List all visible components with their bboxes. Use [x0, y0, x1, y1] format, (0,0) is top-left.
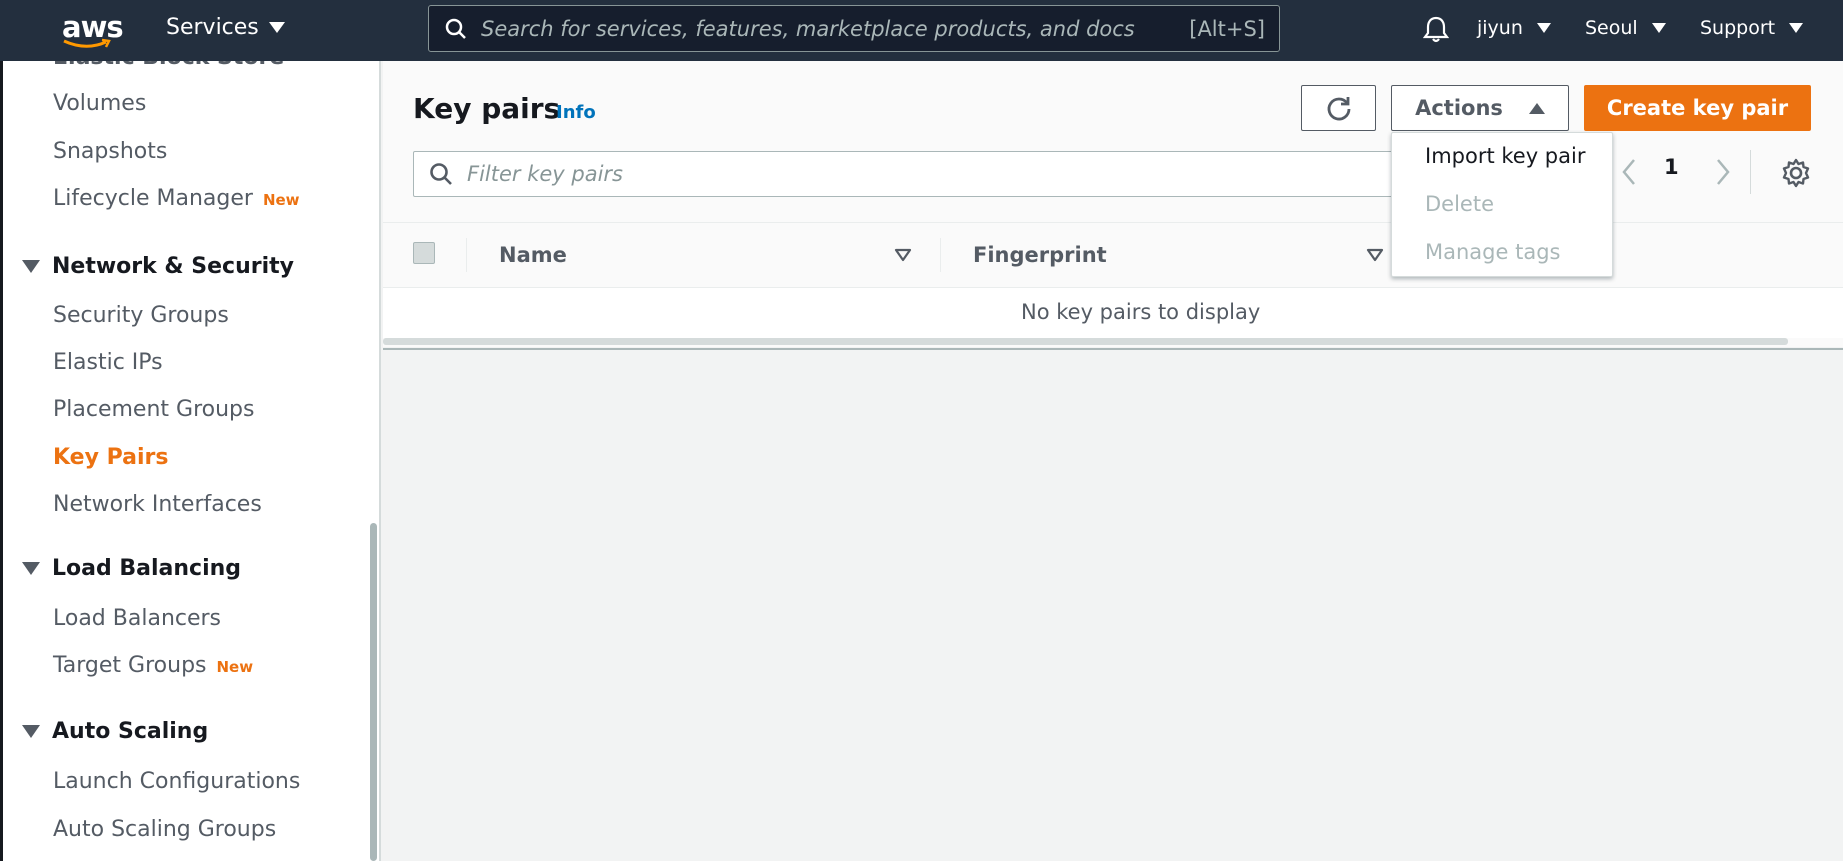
expand-triangle-icon	[22, 725, 40, 738]
sidebar-item-lifecycle-manager[interactable]: Lifecycle Manager New	[53, 186, 300, 211]
user-name: jiyun	[1477, 17, 1523, 39]
empty-table-message: No key pairs to display	[1021, 300, 1261, 324]
search-shortcut-hint: [Alt+S]	[1189, 16, 1265, 41]
sort-triangle-icon[interactable]	[1366, 248, 1384, 262]
services-caret-icon	[268, 22, 285, 33]
table-horizontal-scrollbar[interactable]	[383, 338, 1788, 345]
sidebar-section-ebs[interactable]: Elastic Block Store	[53, 61, 284, 70]
region-name: Seoul	[1585, 17, 1638, 39]
sidebar-item-launch-configurations[interactable]: Launch Configurations	[53, 769, 300, 794]
sidebar-item-snapshots[interactable]: Snapshots	[53, 139, 167, 164]
region-caret-icon	[1651, 23, 1666, 33]
menu-item-manage-tags[interactable]: Manage tags	[1425, 240, 1560, 264]
section-label: Load Balancing	[52, 556, 242, 581]
column-divider	[940, 238, 941, 272]
sidebar-item-volumes[interactable]: Volumes	[53, 91, 146, 116]
sidebar-item-target-groups[interactable]: Target Groups New	[53, 653, 253, 678]
sidebar-section-network-security[interactable]: Network & Security	[22, 254, 294, 279]
sidebar-navigation: Elastic Block Store Volumes Snapshots Li…	[0, 61, 381, 861]
section-label: Auto Scaling	[52, 719, 209, 744]
sidebar-item-placement-groups[interactable]: Placement Groups	[53, 397, 254, 422]
menu-item-import-key-pair[interactable]: Import key pair	[1425, 144, 1585, 168]
section-label: Network & Security	[52, 254, 294, 279]
column-divider	[466, 238, 467, 272]
sidebar-item-label: Lifecycle Manager	[53, 186, 253, 211]
actions-label: Actions	[1415, 96, 1503, 120]
page-title: Key pairs	[413, 92, 561, 125]
create-key-pair-button[interactable]: Create key pair	[1584, 85, 1811, 131]
table-bottom-border	[383, 348, 1843, 350]
support-menu-button[interactable]: Support	[1700, 17, 1804, 39]
previous-page-icon[interactable]	[1621, 158, 1637, 186]
sidebar-item-load-balancers[interactable]: Load Balancers	[53, 606, 221, 631]
column-header-fingerprint[interactable]: Fingerprint	[973, 243, 1107, 267]
actions-button[interactable]: Actions	[1391, 85, 1569, 131]
sidebar-section-auto-scaling[interactable]: Auto Scaling	[22, 719, 208, 744]
pager-divider	[1750, 150, 1751, 194]
global-search-bar[interactable]: Search for services, features, marketpla…	[428, 5, 1280, 52]
sidebar-scrollbar[interactable]	[370, 523, 377, 861]
select-all-checkbox[interactable]	[413, 242, 435, 264]
gear-icon[interactable]	[1780, 157, 1812, 189]
search-icon	[430, 163, 452, 185]
expand-triangle-icon	[22, 260, 40, 273]
search-icon	[445, 18, 466, 39]
support-caret-icon	[1789, 23, 1804, 33]
support-label: Support	[1700, 17, 1776, 39]
sidebar-edge	[0, 61, 3, 861]
refresh-icon	[1327, 97, 1350, 121]
global-search-placeholder: Search for services, features, marketpla…	[481, 16, 1135, 41]
page-number[interactable]: 1	[1664, 155, 1679, 179]
actions-dropdown-menu: Import key pair Delete Manage tags	[1391, 132, 1613, 277]
aws-logo[interactable]: aws	[60, 8, 124, 52]
aws-smile-icon	[63, 38, 111, 48]
refresh-button[interactable]	[1301, 85, 1376, 131]
user-menu-button[interactable]: jiyun	[1477, 17, 1551, 39]
region-menu-button[interactable]: Seoul	[1585, 17, 1666, 39]
menu-item-delete[interactable]: Delete	[1425, 192, 1494, 216]
sidebar-item-security-groups[interactable]: Security Groups	[53, 303, 229, 328]
services-menu-button[interactable]: Services	[166, 15, 285, 40]
sidebar-section-load-balancing[interactable]: Load Balancing	[22, 556, 241, 581]
sidebar-item-label: Target Groups	[53, 653, 207, 678]
next-page-icon[interactable]	[1715, 158, 1731, 186]
filter-placeholder: Filter key pairs	[467, 162, 624, 186]
sidebar-item-elastic-ips[interactable]: Elastic IPs	[53, 350, 163, 375]
new-badge: New	[262, 191, 300, 209]
filter-key-pairs-input[interactable]: Filter key pairs	[413, 151, 1401, 197]
caret-up-icon	[1528, 102, 1545, 114]
expand-triangle-icon	[22, 562, 40, 575]
services-label: Services	[166, 15, 259, 40]
new-badge: New	[216, 658, 254, 676]
sidebar-item-key-pairs[interactable]: Key Pairs	[53, 445, 168, 470]
sort-triangle-icon[interactable]	[894, 248, 912, 262]
user-caret-icon	[1536, 23, 1551, 33]
sidebar-item-auto-scaling-groups[interactable]: Auto Scaling Groups	[53, 817, 276, 842]
notifications-bell-icon[interactable]	[1423, 15, 1449, 43]
table-header	[383, 222, 1843, 288]
top-navigation-bar: aws Services Search for services, featur…	[0, 0, 1843, 61]
info-link[interactable]: Info	[556, 102, 596, 123]
sidebar-item-network-interfaces[interactable]: Network Interfaces	[53, 492, 262, 517]
column-header-name[interactable]: Name	[499, 243, 567, 267]
